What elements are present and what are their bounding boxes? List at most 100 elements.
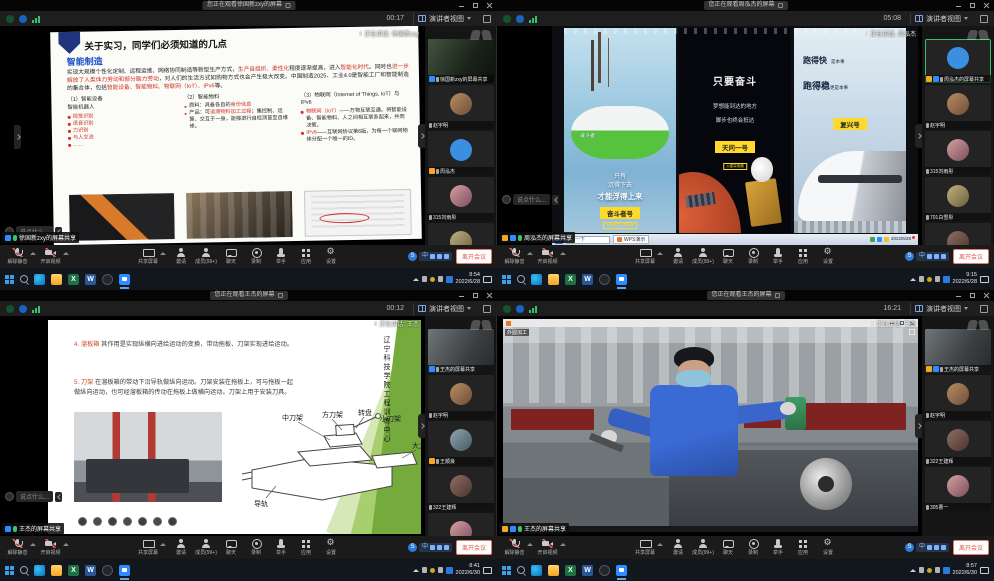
video-options-caret[interactable] — [63, 252, 69, 255]
edge-icon[interactable] — [531, 274, 542, 285]
video-options-caret[interactable] — [63, 543, 69, 546]
apps-button[interactable]: 应用 — [790, 245, 815, 268]
start-button[interactable] — [5, 275, 14, 284]
chat-button[interactable]: 聊天 — [715, 536, 740, 559]
security-icon[interactable] — [503, 15, 511, 23]
tencent-meeting-icon[interactable] — [119, 274, 130, 285]
unmute-button[interactable]: 解除静音 — [502, 245, 527, 268]
ime-mode-indicator[interactable]: 中 — [422, 544, 428, 551]
taskbar-clock[interactable]: 8:412022/6/30 — [456, 563, 480, 576]
raise-hand-button[interactable]: 举手 — [765, 245, 790, 268]
tray-mic-icon[interactable] — [919, 567, 924, 573]
action-center-icon[interactable] — [980, 567, 989, 574]
unmute-button[interactable]: 解除静音 — [5, 536, 30, 559]
participant-tile[interactable]: 305曹一 — [925, 467, 991, 511]
minimize-button[interactable] — [955, 2, 962, 9]
app-icon[interactable] — [102, 565, 113, 576]
shape-tool-icon[interactable] — [138, 517, 147, 526]
minimize-button[interactable] — [458, 292, 465, 299]
settings-button[interactable]: 设置 — [815, 245, 840, 268]
fullscreen-icon[interactable] — [483, 15, 491, 23]
invite-button[interactable]: 邀请 — [168, 536, 193, 559]
tray-expand-icon[interactable] — [910, 569, 916, 572]
security-icon[interactable] — [503, 305, 511, 313]
word-icon[interactable] — [582, 565, 593, 576]
settings-button[interactable]: 设置 — [318, 245, 343, 268]
ime-bar[interactable]: 中 — [408, 543, 452, 552]
settings-button[interactable]: 设置 — [318, 536, 343, 559]
fullscreen-icon[interactable] — [483, 305, 491, 313]
participant-tile[interactable]: 701白雪彤 — [925, 177, 991, 221]
members-button[interactable]: 成员(99+) — [690, 245, 715, 268]
participant-tile[interactable]: 322王建辉 — [925, 421, 991, 465]
tray-meeting-icon[interactable] — [446, 276, 453, 283]
meeting-info-icon[interactable] — [516, 305, 524, 313]
participant-tile[interactable]: 徐国新zxy的屏幕共享 — [428, 39, 494, 83]
app-icon[interactable] — [599, 565, 610, 576]
participant-tile[interactable]: 305曹一 — [428, 513, 494, 536]
participant-tile[interactable]: 赵宇明 — [428, 85, 494, 129]
members-button[interactable]: 成员(99+) — [193, 245, 218, 268]
leave-meeting-button[interactable]: 离开会议 — [953, 249, 989, 264]
taskbar-clock[interactable]: 8:542022/6/28 — [456, 272, 480, 285]
meeting-info-icon[interactable] — [19, 305, 27, 313]
collapse-chat-icon[interactable] — [55, 492, 62, 502]
tray-expand-icon[interactable] — [413, 278, 419, 281]
ime-bar[interactable]: 中 — [905, 252, 949, 261]
start-button[interactable] — [502, 275, 511, 284]
leave-meeting-button[interactable]: 离开会议 — [953, 540, 989, 555]
excel-icon[interactable] — [565, 565, 576, 576]
excel-icon[interactable] — [68, 274, 79, 285]
start-video-button[interactable]: 开启视频 — [38, 245, 63, 268]
app-icon[interactable] — [599, 274, 610, 285]
participant-tile[interactable]: 315刘雨彤 — [428, 177, 494, 221]
banner-icon[interactable] — [285, 3, 290, 8]
members-button[interactable]: 成员(99+) — [193, 536, 218, 559]
word-icon[interactable] — [582, 274, 593, 285]
participant-tile[interactable]: 赵宇明 — [925, 375, 991, 419]
tencent-meeting-icon[interactable] — [119, 565, 130, 576]
emoji-icon[interactable] — [5, 492, 14, 501]
taskbar-search-icon[interactable] — [517, 566, 525, 574]
sidebar-collapse-handle[interactable] — [915, 124, 922, 148]
view-mode-button[interactable]: 演讲者视图 — [910, 13, 972, 25]
share-options-caret[interactable] — [657, 252, 663, 255]
participant-tile[interactable]: 泓杰周泓杰 — [428, 131, 494, 175]
share-options-caret[interactable] — [657, 543, 663, 546]
share-screen-button[interactable]: 共享屏幕 — [632, 245, 657, 268]
invite-button[interactable]: 邀请 — [168, 245, 193, 268]
tray-volume-icon[interactable] — [935, 276, 940, 282]
close-button[interactable] — [486, 292, 493, 299]
tray-mic-icon[interactable] — [422, 567, 427, 573]
share-screen-button[interactable]: 共享屏幕 — [632, 536, 657, 559]
close-button[interactable] — [983, 292, 990, 299]
view-mode-button[interactable]: 演讲者视图 — [910, 303, 972, 315]
fullscreen-icon[interactable] — [980, 15, 988, 23]
banner-icon[interactable] — [778, 3, 783, 8]
participant-tile[interactable]: 318 马美丽 — [925, 223, 991, 245]
ime-mode-indicator[interactable]: 中 — [422, 253, 428, 260]
edge-icon[interactable] — [34, 565, 45, 576]
tencent-meeting-icon[interactable] — [616, 565, 627, 576]
participant-tile[interactable]: 王杰的屏幕共享 — [428, 329, 494, 373]
emoji-icon[interactable] — [502, 195, 511, 204]
mic-options-caret[interactable] — [30, 252, 36, 255]
lathe-video-frame[interactable]: 外圆加工 — [503, 327, 918, 526]
tray-meeting-icon[interactable] — [943, 567, 950, 574]
inner-wps-task[interactable]: WPS演示 — [613, 235, 649, 244]
banner-icon[interactable] — [278, 293, 283, 298]
meeting-info-icon[interactable] — [19, 15, 27, 23]
participant-tile[interactable]: 赵宇明 — [428, 375, 494, 419]
taskbar-clock[interactable]: 8:572022/6/30 — [953, 563, 977, 576]
taskbar-search-icon[interactable] — [517, 275, 525, 283]
start-video-button[interactable]: 开启视频 — [535, 245, 560, 268]
taskbar-search-icon[interactable] — [20, 275, 28, 283]
participant-tile[interactable]: 315刘雨彤 — [925, 131, 991, 175]
tray-status-icon[interactable] — [927, 568, 932, 573]
excel-icon[interactable] — [68, 565, 79, 576]
banner-icon[interactable] — [775, 293, 780, 298]
apps-button[interactable]: 应用 — [293, 245, 318, 268]
view-mode-button[interactable]: 演讲者视图 — [413, 303, 475, 315]
share-screen-button[interactable]: 共享屏幕 — [135, 536, 160, 559]
view-mode-button[interactable]: 演讲者视图 — [413, 13, 475, 25]
